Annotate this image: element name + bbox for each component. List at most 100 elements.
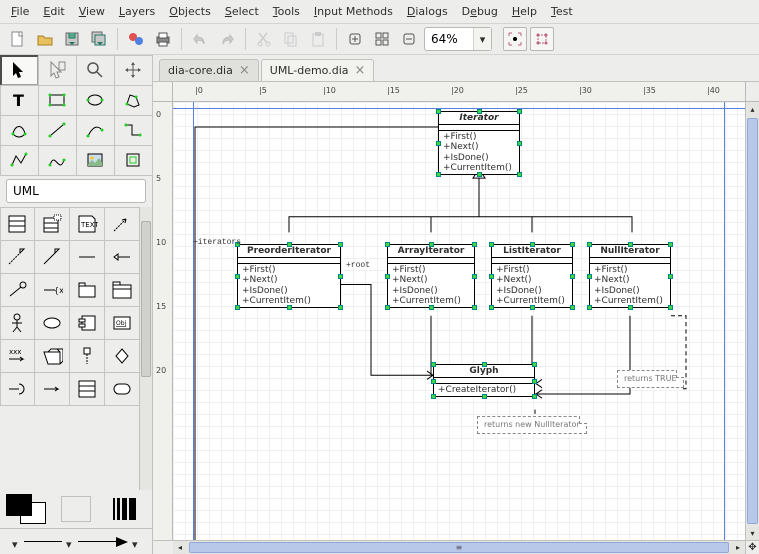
sheet-selector[interactable]: ▾: [6, 179, 146, 203]
uml-message-shape[interactable]: xxx: [0, 339, 35, 373]
uml-transition-shape[interactable]: [34, 372, 70, 406]
uml-object-shape[interactable]: Obj: [104, 306, 139, 340]
scroll-tool[interactable]: [114, 55, 153, 86]
uml-class-list-iterator[interactable]: ListIterator+First()+Next()+IsDone()+Cur…: [491, 244, 573, 308]
zoom-tool[interactable]: [76, 55, 115, 86]
line-tool[interactable]: [38, 115, 77, 146]
nav-corner-icon[interactable]: ✥: [745, 540, 759, 554]
uml-node-shape[interactable]: [34, 339, 70, 373]
polyline-tool[interactable]: [0, 145, 39, 176]
menu-select[interactable]: Select: [218, 2, 266, 21]
snap-grid-button[interactable]: [503, 27, 527, 51]
uml-class-array-iterator[interactable]: ArrayIterator+First()+Next()+IsDone()+Cu…: [387, 244, 475, 308]
pointer-tool[interactable]: [0, 55, 39, 86]
box-tool[interactable]: [38, 85, 77, 116]
bezier-tool[interactable]: [38, 145, 77, 176]
class-op: +IsDone(): [496, 286, 568, 296]
zigzag-tool[interactable]: [114, 115, 153, 146]
print-button[interactable]: [151, 27, 175, 51]
uml-realize-shape[interactable]: [0, 240, 35, 274]
zoom-dropdown-icon[interactable]: ▾: [473, 28, 491, 50]
open-file-button[interactable]: [33, 27, 57, 51]
uml-generalize-shape[interactable]: [34, 240, 70, 274]
uml-class-shape[interactable]: [0, 207, 35, 241]
uml-usecase-shape[interactable]: [34, 306, 70, 340]
zoom-input[interactable]: [425, 32, 473, 46]
snap-object-button[interactable]: [530, 27, 554, 51]
ellipse-tool[interactable]: [76, 85, 115, 116]
arrow-style-selector[interactable]: ▾ ▾ ▾: [0, 528, 152, 554]
menu-edit[interactable]: Edit: [36, 2, 71, 21]
zoom-in-button[interactable]: [343, 27, 367, 51]
close-icon[interactable]: ×: [239, 64, 250, 77]
uml-aggregate-shape[interactable]: [104, 240, 139, 274]
horizontal-scrollbar[interactable]: ◂≡▸: [173, 540, 745, 554]
palette-scrollbar[interactable]: [139, 207, 152, 490]
menu-dialogs[interactable]: Dialogs: [400, 2, 455, 21]
cut-button[interactable]: [252, 27, 276, 51]
save-as-button[interactable]: [87, 27, 111, 51]
export-button[interactable]: [124, 27, 148, 51]
sheet-input[interactable]: [7, 184, 169, 198]
menu-input-methods[interactable]: Input Methods: [307, 2, 400, 21]
uml-note-returns-true[interactable]: returns TRUE: [617, 370, 684, 388]
new-file-button[interactable]: [6, 27, 30, 51]
textedit-tool[interactable]: [38, 55, 77, 86]
uml-largepkg-shape[interactable]: [104, 273, 139, 307]
diagram-canvas[interactable]: Iterator+First()+Next()+IsDone()+Current…: [173, 102, 745, 540]
uml-smallpkg-shape[interactable]: [69, 273, 105, 307]
class-op: +Next(): [496, 275, 568, 285]
outline-tool[interactable]: [114, 145, 153, 176]
uml-class-glyph[interactable]: Glyph+CreateIterator(): [433, 364, 535, 397]
zoom-fit-button[interactable]: [370, 27, 394, 51]
menu-debug[interactable]: Debug: [455, 2, 505, 21]
save-button[interactable]: [60, 27, 84, 51]
uml-lifeline-shape[interactable]: [69, 339, 105, 373]
polygon-tool[interactable]: [114, 85, 153, 116]
beziergon-tool[interactable]: [0, 115, 39, 146]
tab-dia-core-dia[interactable]: dia-core.dia×: [159, 59, 259, 81]
uml-class2-shape[interactable]: [69, 372, 105, 406]
hruler-tick: |25: [515, 86, 528, 95]
menu-file[interactable]: File: [4, 2, 36, 21]
menu-layers[interactable]: Layers: [112, 2, 162, 21]
note-text: returns new NullIterator: [484, 420, 580, 429]
uml-actor-shape[interactable]: [0, 306, 35, 340]
uml-template-shape[interactable]: [34, 207, 70, 241]
copy-button[interactable]: [279, 27, 303, 51]
paste-button[interactable]: [306, 27, 330, 51]
uml-component-shape[interactable]: [69, 306, 105, 340]
fg-bg-swatch[interactable]: [6, 494, 54, 524]
svg-text:T: T: [13, 91, 24, 110]
uml-class-null-iterator[interactable]: NullIterator+First()+Next()+IsDone()+Cur…: [589, 244, 671, 308]
uml-dependency-shape[interactable]: [104, 207, 139, 241]
uml-implements-shape[interactable]: [0, 273, 35, 307]
uml-branch-shape[interactable]: [104, 339, 139, 373]
redo-button[interactable]: [215, 27, 239, 51]
uml-activity-shape[interactable]: [104, 372, 139, 406]
zoom-out-button[interactable]: [397, 27, 421, 51]
vertical-ruler[interactable]: 05101520: [153, 102, 173, 540]
uml-note-returns-nulliterator[interactable]: returns new NullIterator: [477, 416, 587, 434]
menu-objects[interactable]: Objects: [162, 2, 218, 21]
zoom-combo[interactable]: ▾: [424, 27, 492, 51]
menu-view[interactable]: View: [72, 2, 112, 21]
image-tool[interactable]: [76, 145, 115, 176]
menu-test[interactable]: Test: [544, 2, 580, 21]
undo-button[interactable]: [188, 27, 212, 51]
horizontal-ruler[interactable]: |0|5|10|15|20|25|30|35|40: [173, 82, 745, 102]
text-tool[interactable]: T: [0, 85, 39, 116]
linewidth-selector[interactable]: [102, 495, 147, 523]
uml-assoc-shape[interactable]: [69, 240, 105, 274]
uml-note-shape[interactable]: TEXT: [69, 207, 105, 241]
uml-receptacle-shape[interactable]: [0, 372, 35, 406]
vertical-scrollbar[interactable]: ▴▾: [745, 102, 759, 540]
uml-class-iterator[interactable]: Iterator+First()+Next()+IsDone()+Current…: [438, 111, 520, 175]
close-icon[interactable]: ×: [355, 64, 366, 77]
tab-UML-demo-dia[interactable]: UML-demo.dia×: [261, 59, 375, 81]
uml-constraint-shape[interactable]: {xxx}: [34, 273, 70, 307]
arc-tool[interactable]: [76, 115, 115, 146]
menu-tools[interactable]: Tools: [266, 2, 307, 21]
uml-class-preorder-iterator[interactable]: PreorderIterator+First()+Next()+IsDone()…: [237, 244, 341, 308]
menu-help[interactable]: Help: [505, 2, 544, 21]
